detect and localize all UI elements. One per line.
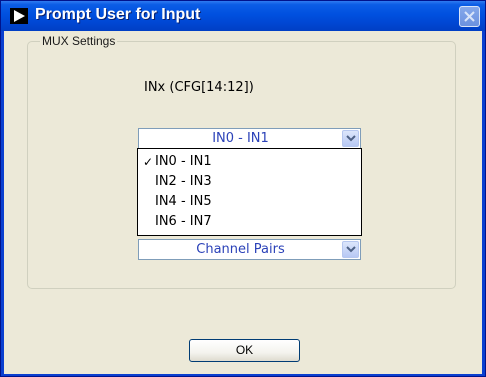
title-bar[interactable]: Prompt User for Input — [1, 1, 485, 31]
play-app-icon — [10, 8, 28, 24]
dropdown-option[interactable]: IN6 - IN7 — [138, 212, 361, 232]
ok-button[interactable]: OK — [189, 339, 300, 362]
inx-dropdown-list: ✓ IN0 - IN1 IN2 - IN3 IN4 - IN5 IN6 - IN… — [137, 148, 362, 236]
inx-select-value: IN0 - IN1 — [212, 131, 269, 146]
dropdown-option-label: IN6 - IN7 — [155, 214, 212, 229]
group-label: MUX Settings — [40, 34, 118, 48]
mode-select[interactable]: Channel Pairs — [138, 239, 361, 260]
dropdown-option-label: IN0 - IN1 — [155, 154, 212, 169]
inx-field-label: INx (CFG[14:12]) — [144, 80, 254, 95]
dropdown-option-label: IN2 - IN3 — [155, 174, 212, 189]
inx-select[interactable]: IN0 - IN1 — [138, 128, 361, 149]
dropdown-option[interactable]: IN2 - IN3 — [138, 172, 361, 192]
mode-dropdown-button[interactable] — [342, 241, 359, 258]
chevron-down-icon — [346, 135, 356, 142]
check-icon: ✓ — [143, 155, 154, 169]
mode-select-value: Channel Pairs — [196, 242, 285, 257]
dropdown-option[interactable]: ✓ IN0 - IN1 — [138, 152, 361, 172]
dropdown-option[interactable]: IN4 - IN5 — [138, 192, 361, 212]
close-icon — [464, 11, 475, 22]
inx-dropdown-button[interactable] — [342, 130, 359, 147]
chevron-down-icon — [346, 246, 356, 253]
close-button[interactable] — [459, 6, 480, 27]
dropdown-option-label: IN4 - IN5 — [155, 194, 212, 209]
window-title: Prompt User for Input — [35, 6, 201, 23]
